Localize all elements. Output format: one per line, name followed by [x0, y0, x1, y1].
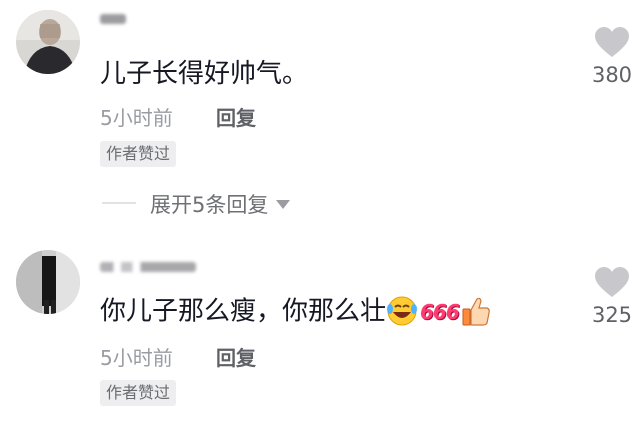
- author-liked-badge: 作者赞过: [100, 380, 177, 406]
- like-heart-icon[interactable]: [594, 266, 630, 298]
- username-blurred[interactable]: [100, 14, 126, 24]
- emoji-666: 666: [420, 300, 460, 324]
- reply-button[interactable]: 回复: [216, 102, 256, 131]
- comment-time: 5小时前: [100, 106, 173, 130]
- reply-button[interactable]: 回复: [216, 342, 256, 371]
- divider-line: [102, 202, 136, 204]
- like-heart-icon[interactable]: [594, 26, 630, 58]
- comment-time: 5小时前: [100, 346, 173, 370]
- caret-down-icon: [276, 199, 291, 209]
- like-count: 325: [591, 303, 633, 327]
- avatar[interactable]: [16, 250, 80, 314]
- expand-replies-label: 展开5条回复: [150, 193, 269, 217]
- avatar[interactable]: [16, 10, 80, 74]
- author-liked-badge: 作者赞过: [100, 141, 177, 167]
- thumbs-up-emoji-icon: [461, 295, 491, 329]
- comment-text: 儿子长得好帅气。: [100, 59, 309, 89]
- laughing-crying-emoji-icon: [386, 295, 418, 329]
- comment-text: 你儿子那么瘦，你那么壮 666: [100, 295, 491, 329]
- expand-replies-button[interactable]: 展开5条回复: [150, 189, 291, 219]
- username-blurred[interactable]: [100, 262, 196, 272]
- like-count: 380: [591, 63, 633, 87]
- comment-text-main: 你儿子那么瘦，你那么壮: [100, 296, 387, 327]
